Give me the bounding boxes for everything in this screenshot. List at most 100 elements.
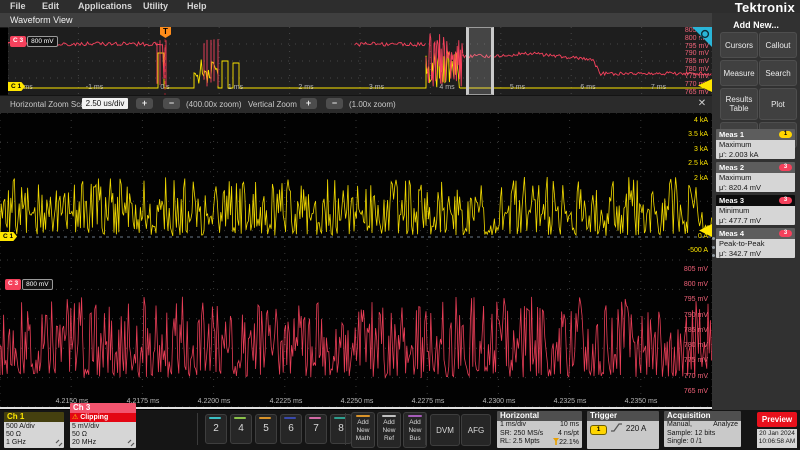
- tab-waveform-view[interactable]: Waveform View: [10, 15, 73, 25]
- hzoom-plus-button[interactable]: +: [136, 98, 153, 109]
- ch1-card-rows: 500 A/div 50 Ω 1 GHz: [4, 422, 64, 448]
- menu-applications[interactable]: Applications: [78, 1, 132, 11]
- channel-5-button[interactable]: 5: [255, 414, 277, 444]
- overview-x-tick: 6 ms: [580, 84, 595, 91]
- ch3-y-tick: 770 mV: [664, 373, 708, 381]
- main-x-tick: 4.2300 ms: [483, 398, 516, 405]
- measurement-source-badge: 3: [779, 230, 792, 237]
- measure-button[interactable]: Measure: [720, 60, 758, 86]
- add-new-math-button[interactable]: Add New Math: [351, 412, 375, 448]
- ch3-scale: 800 mV: [27, 36, 57, 47]
- ch3-settings-card[interactable]: Ch 3 ⚠ Clipping 5 mV/div 50 Ω 20 MHz: [70, 403, 136, 448]
- menu-file[interactable]: File: [10, 1, 26, 11]
- measurement-body: Maximumμ': 2.003 kA: [716, 140, 795, 159]
- overview-y-tick: 790 mV: [669, 50, 709, 57]
- measurement-source-badge: 3: [779, 197, 792, 204]
- ch3-label: C 3: [10, 36, 26, 47]
- ch1-y-tick: 4 kA: [664, 117, 708, 125]
- channel-color-strip: [209, 417, 221, 419]
- main-x-tick: 4.2325 ms: [554, 398, 587, 405]
- ch3-y-tick: 785 mV: [664, 327, 708, 335]
- cursors-button[interactable]: Cursors: [720, 32, 758, 58]
- measurement-card-3[interactable]: Meas 33Minimumμ': 477.7 mV: [716, 195, 795, 225]
- add-color-strip: [356, 415, 370, 417]
- menu-edit[interactable]: Edit: [42, 1, 59, 11]
- hzoom-minus-button[interactable]: −: [163, 98, 180, 109]
- ch1-settings-card[interactable]: Ch 1 500 A/div 50 Ω 1 GHz: [4, 412, 64, 448]
- channel-8-button[interactable]: 8: [330, 414, 352, 444]
- overview-x-tick: 5 ms: [510, 84, 525, 91]
- overview-ch3-badge[interactable]: C 3 800 mV: [10, 36, 58, 47]
- main-x-tick: 4.2250 ms: [341, 398, 374, 405]
- add-new-bus-button[interactable]: Add New Bus: [403, 412, 427, 448]
- measurement-card-4[interactable]: Meas 43Peak-to-Peakμ': 342.7 mV: [716, 228, 795, 258]
- hzoom-scale-value[interactable]: 2.50 us/div: [82, 98, 128, 109]
- divider: [197, 413, 198, 445]
- date: 20 Jan 2024: [757, 430, 797, 438]
- measurement-card-1[interactable]: Meas 11Maximumμ': 2.003 kA: [716, 129, 795, 159]
- add-new-ref-button[interactable]: Add New Ref: [377, 412, 401, 448]
- vzoom-plus-button[interactable]: +: [300, 98, 317, 109]
- ch3-y-tick: 790 mV: [664, 312, 708, 320]
- add-label: Add New Math: [352, 419, 374, 443]
- pan-handle-icon: [55, 439, 63, 447]
- channel-2-button[interactable]: 2: [205, 414, 227, 444]
- measurement-title: Meas 43: [716, 228, 795, 239]
- main-ch3-badge[interactable]: C 3 800 mV: [5, 279, 53, 290]
- main-waveforms: [0, 113, 712, 407]
- ch3-card-rows: 5 mV/div 50 Ω 20 MHz: [70, 422, 136, 448]
- dvm-button[interactable]: DVM: [430, 414, 460, 446]
- preview-button[interactable]: Preview: [757, 412, 797, 427]
- time: 10:06:58 AM: [757, 438, 797, 446]
- measurement-source-badge: 1: [779, 131, 792, 138]
- overview-plot[interactable]: -2 ms-1 ms0 s1 ms2 ms3 ms4 ms5 ms6 ms7 m…: [8, 27, 712, 95]
- channel-number: 6: [281, 423, 301, 434]
- channel-7-button[interactable]: 7: [305, 414, 327, 444]
- ch1-y-tick: 3 kA: [664, 146, 708, 154]
- afg-button[interactable]: AFG: [461, 414, 491, 446]
- overview-trigger-level-arrow[interactable]: [698, 79, 712, 92]
- ch3-y-tick: 800 mV: [664, 281, 708, 289]
- results-table-button[interactable]: Results Table: [720, 88, 758, 120]
- channel-4-button[interactable]: 4: [230, 414, 252, 444]
- horizontal-panel[interactable]: Horizontal 1 ms/div10 ms SR: 250 MS/s4 n…: [497, 411, 582, 448]
- horizontal-title: Horizontal: [497, 411, 582, 421]
- menu-help[interactable]: Help: [187, 1, 207, 11]
- ch1-y-tick: 2.5 kA: [664, 160, 708, 168]
- acquisition-panel[interactable]: Acquisition Manual,Analyze Sample: 12 bi…: [664, 411, 741, 447]
- main-x-tick: 4.2275 ms: [412, 398, 445, 405]
- channel-color-strip: [234, 417, 246, 419]
- zoom-scale-bar: Horizontal Zoom Scale 2.50 us/div + − (4…: [0, 95, 712, 115]
- measurement-title: Meas 23: [716, 162, 795, 173]
- main-trigger-level-arrow[interactable]: [699, 224, 712, 237]
- ch3-y-tick: 805 mV: [664, 266, 708, 274]
- splitter-handle[interactable]: [711, 237, 716, 257]
- callout-button[interactable]: Callout: [759, 32, 797, 58]
- search-button[interactable]: Search: [759, 60, 797, 86]
- overview-x-tick: 4 ms: [439, 84, 454, 91]
- measurement-title: Meas 33: [716, 195, 795, 206]
- trigger-panel[interactable]: Trigger 1 220 A: [587, 411, 659, 449]
- vzoom-title: Vertical Zoom: [248, 100, 297, 109]
- measurement-title: Meas 11: [716, 129, 795, 140]
- main-plot[interactable]: 4 kA3.5 kA3 kA2.5 kA2 kA0 A-500 A805 mV8…: [0, 113, 712, 407]
- zoom-window-selector[interactable]: [466, 27, 494, 95]
- ch3-scale: 800 mV: [22, 279, 52, 290]
- pan-handle-icon: [127, 439, 135, 447]
- vzoom-minus-button[interactable]: −: [326, 98, 343, 109]
- horizontal-rows: 1 ms/div10 ms SR: 250 MS/s4 ns/pt RL: 2.…: [497, 421, 582, 448]
- divider: [425, 413, 426, 445]
- add-label: Add New Ref: [378, 419, 400, 443]
- close-zoom-icon[interactable]: ✕: [696, 98, 708, 110]
- channel-6-button[interactable]: 6: [280, 414, 302, 444]
- measurement-card-2[interactable]: Meas 23Maximumμ': 820.4 mV: [716, 162, 795, 192]
- overview-y-tick: 785 mV: [669, 58, 709, 65]
- zoom-magnifier-icon[interactable]: [692, 27, 712, 47]
- channel-color-strip: [284, 417, 296, 419]
- add-color-strip: [382, 415, 396, 417]
- overview-x-tick: 1 ms: [228, 84, 243, 91]
- datetime-display: 20 Jan 2024 10:06:58 AM: [757, 429, 797, 448]
- overview-x-tick: 7 ms: [651, 84, 666, 91]
- plot-button[interactable]: Plot: [759, 88, 797, 120]
- menu-utility[interactable]: Utility: [143, 1, 168, 11]
